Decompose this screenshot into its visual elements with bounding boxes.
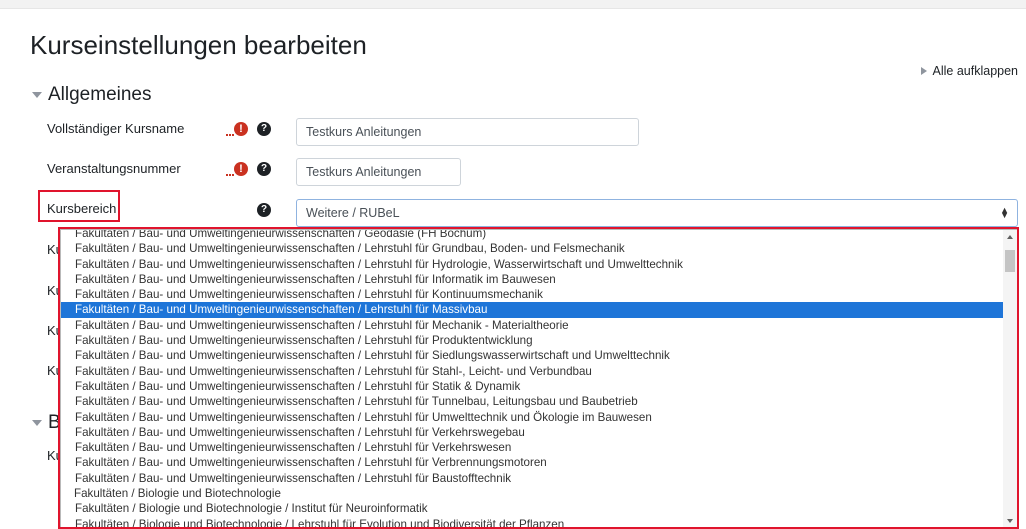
dropdown-option[interactable]: Fakultäten / Bau- und Umweltingenieurwis… [61, 272, 1003, 287]
section-general-toggle[interactable]: Allgemeines [32, 84, 152, 106]
dropdown-option[interactable]: Fakultäten / Bau- und Umweltingenieurwis… [61, 230, 1003, 241]
dropdown-option[interactable]: Fakultäten / Bau- und Umweltingenieurwis… [61, 333, 1003, 348]
dropdown-option[interactable]: Fakultäten / Bau- und Umweltingenieurwis… [61, 471, 1003, 486]
exclamation-circle-icon[interactable]: ! [226, 122, 248, 136]
caret-down-icon [32, 92, 42, 98]
dropdown-options: Fakultäten / Bau- und Umweltingenieurwis… [61, 230, 1003, 528]
fullname-label: Vollständiger Kursname [47, 121, 185, 136]
category-dropdown-list[interactable]: Fakultäten / Bau- und Umweltingenieurwis… [60, 229, 1018, 529]
caret-down-icon [32, 420, 42, 426]
dropdown-option[interactable]: Fakultäten / Bau- und Umweltingenieurwis… [61, 455, 1003, 470]
top-bar [0, 0, 1026, 9]
dropdown-option[interactable]: Fakultäten / Bau- und Umweltingenieurwis… [61, 241, 1003, 256]
section-second-title: B [48, 412, 61, 433]
dropdown-option[interactable]: Fakultäten / Biologie und Biotechnologie… [61, 517, 1003, 528]
dropdown-option[interactable]: Fakultäten / Biologie und Biotechnologie [61, 486, 1003, 501]
dropdown-option[interactable]: Fakultäten / Bau- und Umweltingenieurwis… [61, 287, 1003, 302]
dropdown-option[interactable]: Fakultäten / Bau- und Umweltingenieurwis… [61, 394, 1003, 409]
question-circle-icon[interactable]: ? [257, 203, 271, 217]
category-select-value: Weitere / RUBeL [306, 206, 400, 220]
scroll-up-icon[interactable] [1007, 235, 1013, 239]
expand-all-link[interactable]: Alle aufklappen [920, 64, 1018, 78]
question-circle-icon[interactable]: ? [257, 162, 271, 176]
dropdown-option[interactable]: Fakultäten / Bau- und Umweltingenieurwis… [61, 364, 1003, 379]
question-circle-icon[interactable]: ? [257, 122, 271, 136]
dropdown-option[interactable]: Fakultäten / Bau- und Umweltingenieurwis… [61, 379, 1003, 394]
fullname-input[interactable]: Testkurs Anleitungen [296, 118, 639, 146]
dropdown-option[interactable]: Fakultäten / Bau- und Umweltingenieurwis… [61, 257, 1003, 272]
dropdown-option[interactable]: Fakultäten / Bau- und Umweltingenieurwis… [61, 302, 1003, 318]
caret-right-icon [920, 67, 927, 75]
section-second-toggle[interactable]: B [32, 412, 61, 434]
scrollbar-thumb[interactable] [1005, 250, 1015, 272]
section-general-title: Allgemeines [48, 84, 152, 105]
category-select[interactable]: Weitere / RUBeL ▲ ▼ [296, 199, 1018, 227]
idnumber-input[interactable]: Testkurs Anleitungen [296, 158, 461, 186]
expand-all-label: Alle aufklappen [932, 64, 1018, 78]
dropdown-option[interactable]: Fakultäten / Bau- und Umweltingenieurwis… [61, 318, 1003, 333]
select-arrows-icon: ▲ ▼ [1000, 205, 1009, 220]
dropdown-option[interactable]: Fakultäten / Bau- und Umweltingenieurwis… [61, 425, 1003, 440]
exclamation-circle-icon[interactable]: ! [226, 162, 248, 176]
idnumber-label: Veranstaltungsnummer [47, 161, 181, 176]
category-label-highlight [38, 190, 120, 222]
scroll-down-icon[interactable] [1007, 519, 1013, 523]
dropdown-option[interactable]: Fakultäten / Biologie und Biotechnologie… [61, 501, 1003, 516]
dropdown-option[interactable]: Fakultäten / Bau- und Umweltingenieurwis… [61, 440, 1003, 455]
page-title: Kurseinstellungen bearbeiten [30, 30, 367, 60]
dropdown-scrollbar[interactable] [1003, 230, 1017, 528]
dropdown-option[interactable]: Fakultäten / Bau- und Umweltingenieurwis… [61, 410, 1003, 425]
dropdown-option[interactable]: Fakultäten / Bau- und Umweltingenieurwis… [61, 348, 1003, 363]
